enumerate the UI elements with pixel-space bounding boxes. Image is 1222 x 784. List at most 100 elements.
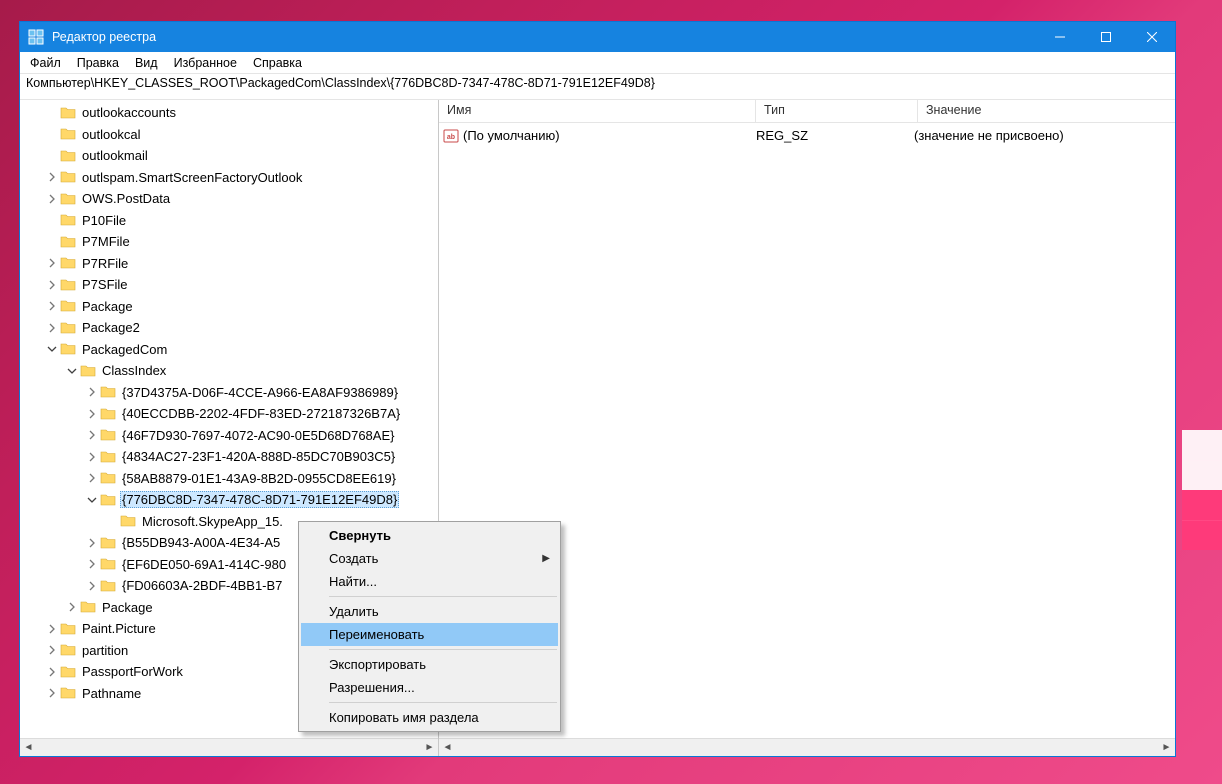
column-value[interactable]: Значение [918, 100, 1175, 122]
folder-icon [80, 599, 96, 615]
list-header[interactable]: Имя Тип Значение [439, 100, 1175, 123]
list-row[interactable]: ab (По умолчанию) REG_SZ (значение не пр… [439, 125, 1175, 146]
folder-icon [60, 642, 76, 658]
maximize-button[interactable] [1083, 22, 1129, 52]
expand-toggle[interactable] [84, 559, 100, 569]
tree-item[interactable]: outlookcal [20, 124, 438, 146]
tree-item[interactable]: Package [20, 296, 438, 318]
tree-item[interactable]: {58AB8879-01E1-43A9-8B2D-0955CD8EE619} [20, 468, 438, 490]
expand-toggle[interactable] [84, 452, 100, 462]
tree-item[interactable]: outlookmail [20, 145, 438, 167]
folder-icon [120, 513, 136, 529]
folder-icon [60, 685, 76, 701]
minimize-button[interactable] [1037, 22, 1083, 52]
expand-toggle[interactable] [84, 409, 100, 419]
expand-toggle[interactable] [44, 667, 60, 677]
tree-item-label: Package [100, 599, 155, 616]
ctx-new[interactable]: Создать▶ [301, 547, 558, 570]
separator [329, 702, 557, 703]
tree-item[interactable]: P7SFile [20, 274, 438, 296]
ctx-rename[interactable]: Переименовать [301, 623, 558, 646]
expand-toggle[interactable] [84, 495, 100, 505]
folder-icon [100, 427, 116, 443]
title-bar[interactable]: Редактор реестра [20, 22, 1175, 52]
tree-horizontal-scrollbar[interactable]: ◄► [20, 738, 438, 756]
window-title: Редактор реестра [52, 30, 1037, 44]
tree-item[interactable]: {37D4375A-D06F-4CCE-A966-EA8AF9386989} [20, 382, 438, 404]
tree-item[interactable]: P10File [20, 210, 438, 232]
menu-edit[interactable]: Правка [69, 54, 127, 72]
tree-item[interactable]: {776DBC8D-7347-478C-8D71-791E12EF49D8} [20, 489, 438, 511]
tree-item-label: Pathname [80, 685, 143, 702]
close-button[interactable] [1129, 22, 1175, 52]
expand-toggle[interactable] [44, 323, 60, 333]
folder-icon [60, 320, 76, 336]
folder-icon [100, 384, 116, 400]
folder-icon [60, 277, 76, 293]
submenu-arrow-icon: ▶ [542, 553, 550, 564]
tree-item[interactable]: {40ECCDBB-2202-4FDF-83ED-272187326B7A} [20, 403, 438, 425]
list-horizontal-scrollbar[interactable]: ◄► [439, 738, 1175, 756]
ctx-permissions[interactable]: Разрешения... [301, 676, 558, 699]
folder-icon [100, 492, 116, 508]
ctx-copy-key-name[interactable]: Копировать имя раздела [301, 706, 558, 729]
expand-toggle[interactable] [44, 688, 60, 698]
tree-item-label: ClassIndex [100, 362, 168, 379]
separator [329, 596, 557, 597]
tree-item-label: P10File [80, 212, 128, 229]
tree-item[interactable]: {46F7D930-7697-4072-AC90-0E5D68D768AE} [20, 425, 438, 447]
expand-toggle[interactable] [44, 172, 60, 182]
tree-item-label: {40ECCDBB-2202-4FDF-83ED-272187326B7A} [120, 405, 402, 422]
expand-toggle[interactable] [44, 344, 60, 354]
tree-item[interactable]: outlspam.SmartScreenFactoryOutlook [20, 167, 438, 189]
tree-item[interactable]: PackagedCom [20, 339, 438, 361]
svg-text:ab: ab [447, 134, 455, 141]
tree-item-label: P7RFile [80, 255, 130, 272]
folder-icon [60, 234, 76, 250]
tree-item[interactable]: P7MFile [20, 231, 438, 253]
expand-toggle[interactable] [64, 366, 80, 376]
tree-item-label: PackagedCom [80, 341, 169, 358]
menu-favorites[interactable]: Избранное [166, 54, 245, 72]
menu-help[interactable]: Справка [245, 54, 310, 72]
expand-toggle[interactable] [44, 258, 60, 268]
tree-item[interactable]: outlookaccounts [20, 102, 438, 124]
ctx-find[interactable]: Найти... [301, 570, 558, 593]
column-type[interactable]: Тип [756, 100, 918, 122]
tree-item-label: P7SFile [80, 276, 130, 293]
folder-icon [100, 556, 116, 572]
tree-item-label: {776DBC8D-7347-478C-8D71-791E12EF49D8} [120, 491, 399, 508]
expand-toggle[interactable] [64, 602, 80, 612]
menu-file[interactable]: Файл [22, 54, 69, 72]
expand-toggle[interactable] [44, 194, 60, 204]
expand-toggle[interactable] [44, 624, 60, 634]
address-bar[interactable]: Компьютер\HKEY_CLASSES_ROOT\PackagedCom\… [20, 74, 1175, 100]
tree-item-label: Package2 [80, 319, 142, 336]
expand-toggle[interactable] [84, 473, 100, 483]
tree-item-label: {4834AC27-23F1-420A-888D-85DC70B903C5} [120, 448, 397, 465]
ctx-export[interactable]: Экспортировать [301, 653, 558, 676]
tree-item-label: outlspam.SmartScreenFactoryOutlook [80, 169, 304, 186]
context-menu: Свернуть Создать▶ Найти... Удалить Переи… [298, 521, 561, 732]
tree-item[interactable]: OWS.PostData [20, 188, 438, 210]
expand-toggle[interactable] [44, 645, 60, 655]
expand-toggle[interactable] [84, 387, 100, 397]
string-value-icon: ab [443, 128, 459, 144]
value-name: (По умолчанию) [463, 128, 560, 143]
tree-item[interactable]: Package2 [20, 317, 438, 339]
expand-toggle[interactable] [84, 581, 100, 591]
tree-item[interactable]: P7RFile [20, 253, 438, 275]
tree-item[interactable]: ClassIndex [20, 360, 438, 382]
tree-item[interactable]: {4834AC27-23F1-420A-888D-85DC70B903C5} [20, 446, 438, 468]
menu-view[interactable]: Вид [127, 54, 166, 72]
column-name[interactable]: Имя [439, 100, 756, 122]
tree-item-label: outlookmail [80, 147, 150, 164]
expand-toggle[interactable] [44, 280, 60, 290]
expand-toggle[interactable] [84, 538, 100, 548]
tree-item-label: PassportForWork [80, 663, 185, 680]
expand-toggle[interactable] [84, 430, 100, 440]
expand-toggle[interactable] [44, 301, 60, 311]
ctx-delete[interactable]: Удалить [301, 600, 558, 623]
folder-icon [60, 664, 76, 680]
ctx-collapse[interactable]: Свернуть [301, 524, 558, 547]
